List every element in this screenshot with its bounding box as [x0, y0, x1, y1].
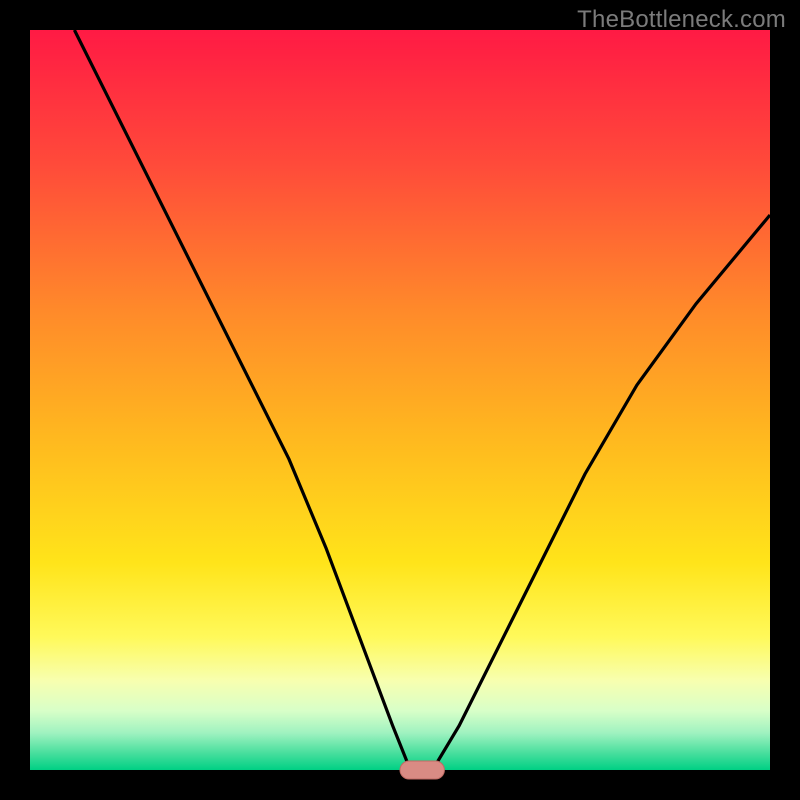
chart-frame: { "watermark": "TheBottleneck.com", "col…: [0, 0, 800, 800]
bottleneck-chart: [0, 0, 800, 800]
minimum-marker: [400, 761, 444, 779]
plot-background: [30, 30, 770, 770]
watermark-text: TheBottleneck.com: [577, 6, 786, 34]
